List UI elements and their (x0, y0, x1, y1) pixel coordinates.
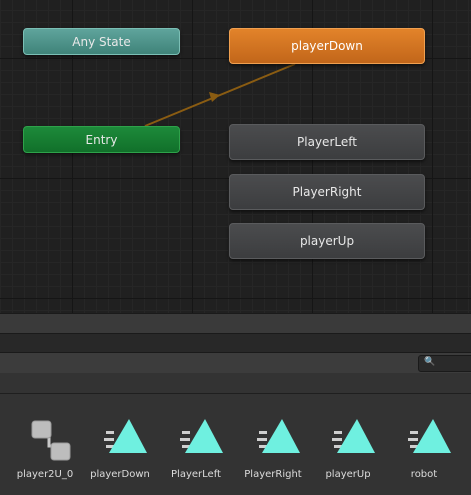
project-toolbar: 🔍 (0, 352, 471, 374)
asset-item[interactable]: PlayerLeft (158, 410, 234, 480)
breadcrumb (0, 373, 471, 394)
asset-item[interactable]: player2U_0 (7, 410, 83, 480)
state-player-right[interactable]: PlayerRight (229, 174, 425, 210)
state-player-down[interactable]: playerDown (229, 28, 425, 64)
asset-label: playerUp (325, 469, 371, 480)
asset-item[interactable]: robot (386, 410, 462, 480)
asset-item[interactable]: PlayerRight (235, 410, 311, 480)
state-any-state[interactable]: Any State (23, 28, 180, 55)
asset-label: playerDown (90, 469, 150, 480)
state-player-left[interactable]: PlayerLeft (229, 124, 425, 160)
animator-controller-icon (17, 410, 73, 466)
animation-clip-icon (396, 410, 452, 466)
animation-clip-icon (245, 410, 301, 466)
search-input[interactable]: 🔍 (418, 355, 471, 372)
state-player-up[interactable]: playerUp (229, 223, 425, 259)
animator-footer-bar (0, 313, 471, 333)
asset-item[interactable]: playerDown (82, 410, 158, 480)
asset-item[interactable]: playerUp (310, 410, 386, 480)
animation-clip-icon (320, 410, 376, 466)
asset-label: robot (410, 469, 438, 480)
panel-divider[interactable] (0, 333, 471, 352)
animation-clip-icon (92, 410, 148, 466)
transition-arrow-icon (209, 92, 220, 102)
asset-label: PlayerLeft (171, 469, 221, 480)
asset-label: player2U_0 (16, 469, 74, 480)
animation-clip-icon (168, 410, 224, 466)
state-entry[interactable]: Entry (23, 126, 180, 153)
asset-label: PlayerRight (244, 469, 302, 480)
search-icon: 🔍 (424, 357, 436, 367)
animator-graph[interactable]: Any State Entry playerDown PlayerLeft Pl… (0, 0, 471, 313)
asset-grid: player2U_0 playerDown PlayerLeft PlayerR… (0, 394, 471, 495)
